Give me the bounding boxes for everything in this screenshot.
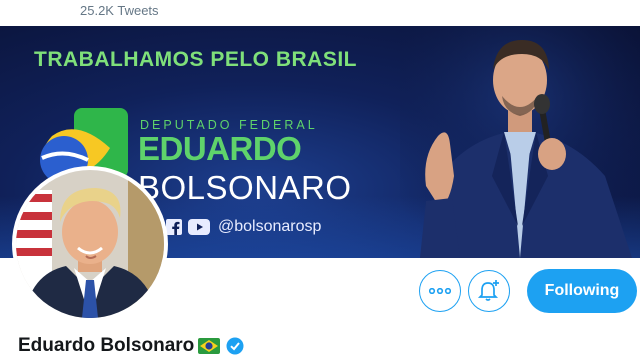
banner-slogan: TRABALHAMOS PELO BRASIL [34, 48, 357, 71]
profile-name-row: Eduardo Bolsonaro [18, 335, 244, 357]
facebook-icon [166, 219, 182, 235]
avatar-photo [16, 170, 164, 318]
tweet-count: 25.2K Tweets [80, 3, 159, 18]
banner-name-first: EDUARDO [138, 130, 302, 167]
youtube-icon [188, 219, 210, 235]
brazil-flag-icon [198, 338, 221, 354]
banner-social-handle: @bolsonarosp [218, 218, 322, 235]
speaker-photo [400, 26, 640, 258]
banner-social-links: @bolsonarosp [142, 216, 321, 238]
verified-badge-icon [226, 337, 244, 355]
more-options-icon [429, 288, 451, 294]
banner-name-last: BOLSONARO [138, 169, 352, 206]
notifications-button[interactable] [468, 270, 510, 312]
profile-display-name: Eduardo Bolsonaro [18, 335, 195, 356]
more-options-button[interactable] [419, 270, 461, 312]
bell-plus-icon [477, 280, 499, 301]
following-button[interactable]: Following [527, 269, 637, 313]
profile-header-bar: 25.2K Tweets [0, 0, 640, 26]
profile-avatar[interactable] [12, 166, 168, 322]
